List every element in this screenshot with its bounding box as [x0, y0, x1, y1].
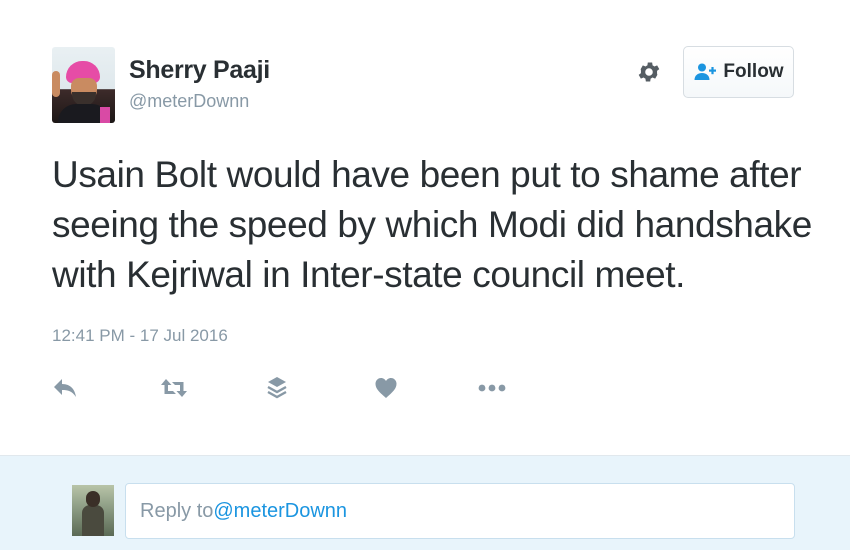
tweet-text-line: with Kejriwal in Inter-state council mee…: [52, 254, 686, 295]
reply-avatar: [72, 485, 114, 536]
author-avatar[interactable]: [52, 47, 115, 123]
heart-icon[interactable]: [374, 370, 398, 406]
tweet-text-line: seeing the speed by which Modi did hands…: [52, 204, 812, 245]
follow-label: Follow: [723, 61, 784, 82]
tweet-actions: [0, 370, 850, 406]
author-name[interactable]: Sherry Paaji: [129, 56, 270, 85]
tweet-card: Sherry Paaji @meterDownn Follow Usain Bo…: [0, 0, 850, 455]
add-user-icon: [693, 62, 717, 82]
retweet-icon[interactable]: [160, 370, 188, 406]
gear-icon[interactable]: [636, 59, 662, 85]
follow-button[interactable]: Follow: [683, 46, 794, 98]
reply-input[interactable]: Reply to @meterDownn: [125, 483, 795, 539]
more-icon[interactable]: [477, 370, 507, 406]
tweet-text: Usain Bolt would have been put to shame …: [52, 150, 822, 300]
reply-icon[interactable]: [52, 370, 78, 406]
author-handle[interactable]: @meterDownn: [129, 91, 249, 112]
tweet-timestamp[interactable]: 12:41 PM - 17 Jul 2016: [52, 326, 228, 346]
reply-mention: @meterDownn: [213, 499, 348, 522]
reply-prefix: Reply to: [140, 499, 214, 522]
stack-icon[interactable]: [266, 370, 288, 406]
tweet-text-line: Usain Bolt would have been put to shame …: [52, 154, 802, 195]
